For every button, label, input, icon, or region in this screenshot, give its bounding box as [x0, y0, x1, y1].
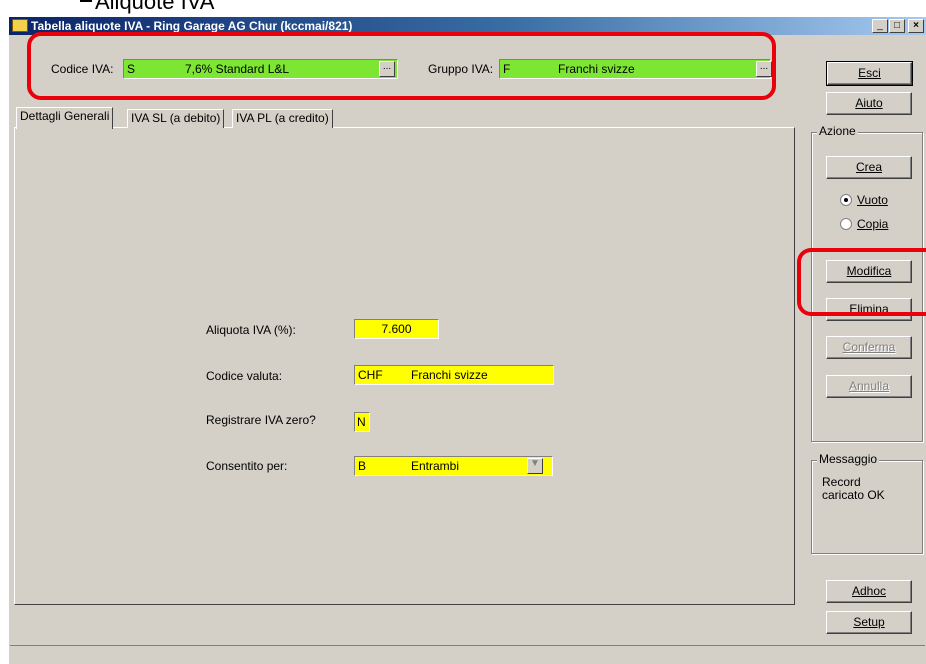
aiuto-label: Aiuto [855, 96, 883, 110]
slide-title: Aliquote IVA [95, 0, 215, 14]
tab-label: Dettagli Generali [20, 109, 110, 123]
azione-title: Azione [817, 124, 858, 138]
maximize-icon[interactable]: □ [889, 19, 905, 33]
crea-button[interactable]: Crea [826, 156, 912, 179]
tab-label: IVA SL (a debito) [131, 111, 221, 125]
iva-zero-label: Registrare IVA zero? [206, 413, 316, 427]
iva-zero-input[interactable]: N [354, 412, 370, 432]
consentito-select[interactable]: B Entrambi [354, 456, 553, 476]
app-icon [12, 19, 28, 32]
consentito-label: Consentito per: [206, 459, 288, 473]
conferma-button[interactable]: Conferma [826, 336, 912, 359]
highlight-header-fields [27, 32, 776, 100]
setup-label: Setup [853, 615, 885, 629]
aliquota-input[interactable]: 7.600 [354, 319, 439, 339]
aiuto-button[interactable]: Aiuto [826, 92, 912, 115]
valuta-desc: Franchi svizze [411, 368, 488, 382]
adhoc-label: Adhoc [851, 584, 887, 598]
tab-iva-pl[interactable]: IVA PL (a credito) [232, 109, 333, 128]
annulla-label: Annulla [848, 379, 890, 393]
valuta-field[interactable]: CHF Franchi svizze [354, 365, 554, 385]
valuta-code: CHF [358, 368, 383, 382]
slide-bullet [80, 0, 92, 2]
conferma-label: Conferma [842, 340, 896, 354]
messaggio-title: Messaggio [817, 452, 880, 466]
aliquota-label: Aliquota IVA (%): [206, 323, 296, 337]
vuoto-radio[interactable] [840, 194, 852, 206]
minimize-icon[interactable]: _ [872, 19, 888, 33]
tab-label: IVA PL (a credito) [236, 111, 329, 125]
messaggio-text: Record caricato OK [822, 475, 885, 502]
esci-label: Esci [858, 66, 881, 80]
status-bar [10, 645, 925, 664]
adhoc-button[interactable]: Adhoc [826, 580, 912, 603]
close-icon[interactable]: × [908, 19, 924, 33]
consentito-code: B [358, 459, 367, 473]
vuoto-label: Vuoto [857, 193, 888, 207]
setup-button[interactable]: Setup [826, 611, 912, 634]
highlight-modifica-elimina [797, 248, 926, 316]
copia-label: Copia [857, 217, 889, 231]
esci-button[interactable]: Esci [826, 61, 913, 86]
tab-iva-sl[interactable]: IVA SL (a debito) [127, 109, 225, 128]
chevron-down-icon[interactable]: ▼ [527, 458, 543, 474]
consentito-desc: Entrambi [411, 459, 460, 473]
annulla-button[interactable]: Annulla [826, 375, 912, 398]
valuta-label: Codice valuta: [206, 369, 283, 383]
crea-label: Crea [855, 160, 882, 174]
copia-radio[interactable] [840, 218, 852, 230]
tab-dettagli-generali[interactable]: Dettagli Generali [16, 107, 114, 129]
